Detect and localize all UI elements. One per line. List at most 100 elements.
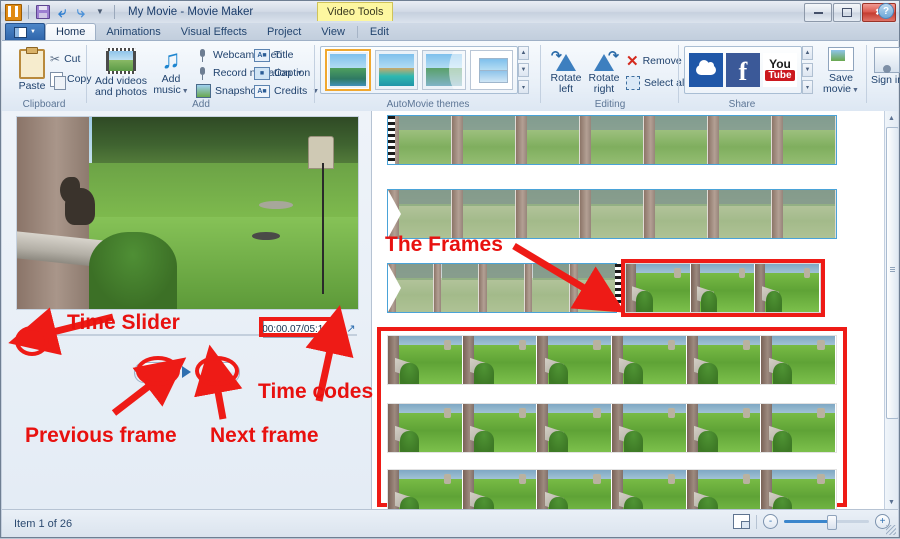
zoom-slider-thumb[interactable] [827, 515, 837, 530]
app-logo-icon[interactable] [5, 3, 22, 21]
annotation-previous-frame: Previous frame [25, 424, 177, 447]
preview-squirrel [64, 188, 96, 225]
cut-button[interactable]: ✂ Cut [50, 51, 80, 67]
minimize-button[interactable] [804, 3, 832, 22]
zoom-slider[interactable] [784, 515, 869, 530]
tab-project[interactable]: Project [257, 24, 311, 40]
clip-play-marker-2[interactable] [388, 190, 401, 238]
remove-x-icon: ✕ [626, 52, 639, 70]
tab-visual-effects[interactable]: Visual Effects [171, 24, 257, 40]
save-icon[interactable] [35, 4, 51, 20]
theme-scroll-up-icon[interactable]: ▲ [518, 46, 529, 60]
highlight-box-frames [621, 259, 825, 317]
qat-divider-2 [114, 5, 115, 19]
group-separator-2 [314, 45, 315, 103]
group-label-automovie-themes: AutoMovie themes [386, 99, 470, 110]
file-menu-button[interactable]: ▼ [5, 23, 45, 40]
tab-animations[interactable]: Animations [96, 24, 170, 40]
rotate-left-button[interactable]: ↶ Rotate left [548, 48, 584, 95]
fullscreen-icon[interactable]: ↗ [344, 320, 358, 336]
rotate-right-icon: ↷ [591, 48, 619, 71]
annotation-next-frame: Next frame [210, 424, 319, 447]
share-scroll-down-icon[interactable]: ▼ [802, 63, 813, 77]
tab-view[interactable]: View [311, 24, 355, 40]
customize-qat-icon[interactable]: ▼ [92, 4, 108, 20]
preview-pane: 00:00.07/05:16.64 ↗ [2, 111, 372, 509]
credits-button[interactable]: A■ Credits ▼ [254, 83, 319, 99]
theme-contemporary[interactable] [374, 50, 418, 90]
copy-icon [50, 71, 66, 90]
scroll-down-icon[interactable]: ▼ [885, 495, 898, 509]
storyboard-strip-1[interactable] [387, 115, 837, 165]
microphone-icon [196, 66, 209, 80]
group-separator-5 [866, 45, 867, 103]
remove-button[interactable]: ✕ Remove [626, 53, 682, 69]
caption-icon: ■ [254, 66, 270, 80]
storyboard-pane: ▲ ▼ [373, 111, 898, 509]
add-music-button[interactable]: ♫ Add music▼ [151, 46, 191, 97]
theme-fade[interactable] [469, 50, 513, 90]
ribbon: Paste ✂ Cut Copy Clipboard Add videos an… [2, 40, 900, 112]
group-label-share: Share [728, 99, 756, 110]
quick-access-toolbar: ⤷ ⤷ ▼ [1, 2, 118, 22]
window-title: My Movie - Movie Maker [128, 6, 254, 18]
group-label-editing: Editing [594, 99, 626, 110]
snapshot-button[interactable]: Snapshot [196, 83, 259, 99]
contextual-tab-video-tools[interactable]: Video Tools [317, 2, 394, 21]
theme-more-icon[interactable]: ▾ [518, 80, 529, 94]
snapshot-icon [196, 84, 211, 98]
resize-grip[interactable] [886, 525, 896, 535]
fit-to-window-icon[interactable] [733, 514, 750, 529]
highlighted-frames-row-3[interactable] [387, 403, 837, 453]
storyboard-scrollbar[interactable]: ▲ ▼ [884, 111, 898, 509]
highlight-circle-next-frame [195, 356, 239, 386]
add-videos-and-photos-button[interactable]: Add videos and photos [92, 48, 150, 98]
tab-home[interactable]: Home [45, 23, 97, 40]
video-preview[interactable] [16, 116, 359, 310]
share-more-icon[interactable]: ▾ [802, 80, 813, 94]
share-gallery-scroll: ▲ ▼ ▾ [802, 46, 813, 94]
ribbon-group-clipboard: Paste ✂ Cut Copy Clipboard [2, 41, 92, 111]
share-scroll-up-icon[interactable]: ▲ [802, 46, 813, 60]
youtube-button[interactable]: You Tube [763, 52, 797, 88]
clip-play-marker-3[interactable] [388, 264, 401, 312]
tab-divider [356, 26, 358, 38]
work-area: 00:00.07/05:16.64 ↗ ▲ ▼ [2, 111, 898, 509]
theme-scroll-down-icon[interactable]: ▼ [518, 63, 529, 77]
rotate-right-button[interactable]: ↷ Rotate right [586, 48, 622, 95]
save-movie-button[interactable]: Save movie▼ [820, 47, 862, 96]
rotate-left-icon: ↶ [551, 48, 579, 71]
scrollbar-thumb[interactable] [886, 127, 898, 419]
group-separator-4 [678, 45, 679, 103]
share-gallery: f You Tube [684, 46, 802, 94]
preview-dish [252, 232, 280, 240]
tab-edit[interactable]: Edit [360, 24, 399, 40]
group-separator-3 [540, 45, 541, 103]
title-button[interactable]: A■ Title [254, 47, 293, 63]
theme-cinematic[interactable] [422, 50, 466, 90]
sign-in-button[interactable]: Sign in [870, 47, 900, 86]
ribbon-group-add: Add videos and photos ♫ Add music▼ Webca… [88, 41, 319, 111]
zoom-divider [756, 514, 757, 529]
zoom-out-button[interactable]: - [763, 514, 778, 529]
highlight-circle-previous-frame [136, 356, 180, 386]
facebook-button[interactable]: f [726, 52, 760, 88]
group-label-clipboard: Clipboard [22, 99, 66, 110]
caption-button[interactable]: ■ Caption [254, 65, 310, 81]
storyboard-strip-2[interactable] [387, 189, 837, 239]
maximize-button[interactable] [833, 3, 861, 22]
onedrive-button[interactable] [689, 52, 723, 88]
redo-icon[interactable]: ⤷ [73, 4, 89, 20]
playhead-sprocket [388, 116, 395, 164]
undo-icon[interactable]: ⤷ [54, 4, 70, 21]
highlighted-frames-row-2[interactable] [387, 335, 837, 385]
annotation-time-codes: Time codes [258, 380, 374, 403]
paste-button[interactable]: Paste [10, 47, 54, 92]
status-item-count: Item 1 of 26 [14, 517, 73, 530]
user-icon [874, 47, 900, 73]
theme-no-theme[interactable] [325, 49, 371, 91]
scroll-up-icon[interactable]: ▲ [885, 111, 898, 125]
storyboard-strip-3[interactable] [387, 263, 617, 313]
help-icon[interactable]: ? [878, 3, 894, 19]
highlighted-frames-row-4[interactable] [387, 469, 837, 509]
